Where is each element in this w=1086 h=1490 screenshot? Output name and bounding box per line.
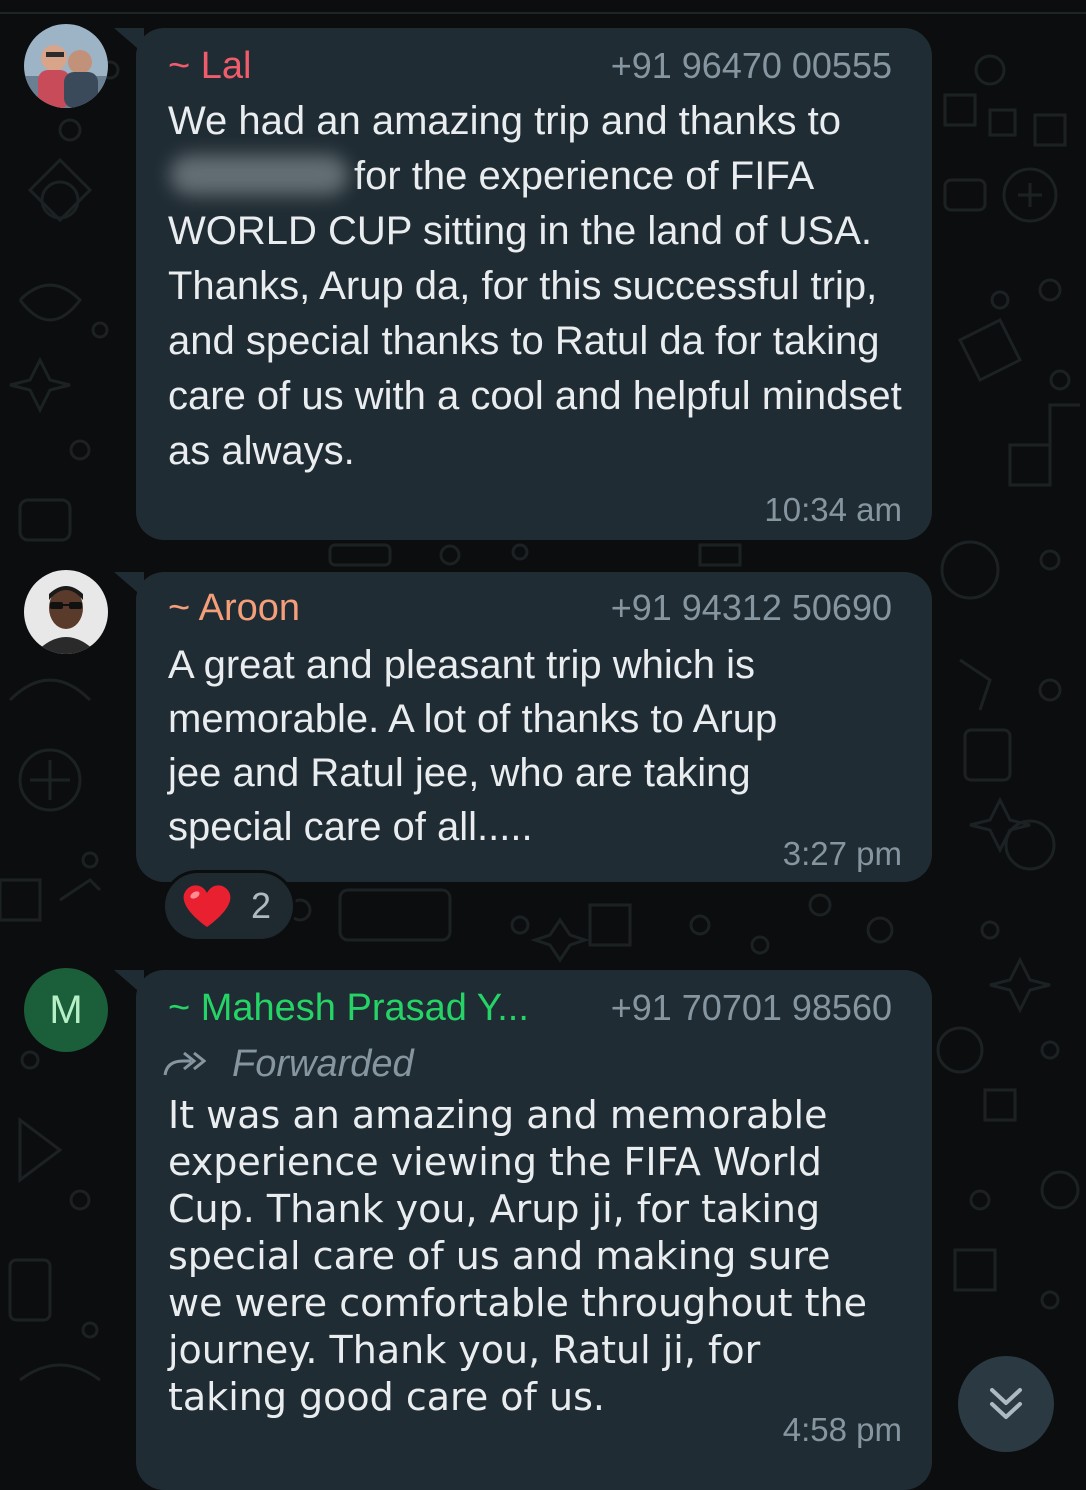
message-time: 3:27 pm — [782, 835, 902, 872]
message-bubble[interactable]: ~ Mahesh Prasad Y... +91 70701 98560 For… — [114, 970, 932, 1490]
sender-name[interactable]: ~ Mahesh Prasad Y... — [168, 986, 529, 1030]
message-text: We had an amazing trip and thanks to for… — [168, 94, 913, 479]
message-text: A great and pleasant trip which is memor… — [168, 643, 778, 849]
reaction-pill[interactable]: 2 — [162, 870, 296, 942]
message-text-part: We had an amazing trip and thanks to — [168, 99, 842, 143]
message-time: 10:34 am — [764, 491, 902, 528]
avatar-photo — [24, 24, 108, 108]
sender-phone: +91 94312 50690 — [610, 587, 892, 628]
avatar-photo — [24, 570, 108, 654]
sender-phone: +91 70701 98560 — [610, 987, 892, 1028]
double-chevron-down-icon — [990, 1388, 1022, 1419]
sender-phone: +91 96470 00555 — [610, 45, 892, 86]
message-bubble[interactable]: ~ Aroon +91 94312 50690 A great and plea… — [114, 572, 932, 882]
forwarded-text: Forwarded — [232, 1043, 414, 1085]
message-bubble[interactable]: ~ Lal +91 96470 00555 We had an amazing … — [114, 28, 932, 540]
forwarded-label: Forwarded — [162, 1042, 414, 1086]
message-text: It was an amazing and memorable experien… — [168, 1093, 867, 1419]
message-time: 4:58 pm — [782, 1411, 902, 1448]
redacted-text — [170, 155, 348, 195]
reaction-count: 2 — [251, 885, 272, 926]
forward-arrow-icon — [163, 1051, 206, 1076]
avatar[interactable] — [24, 24, 108, 108]
message-text-part: for the experience of FIFA WORLD CUP sit… — [168, 154, 902, 473]
top-divider — [0, 12, 1086, 14]
scroll-to-bottom-button[interactable] — [958, 1356, 1054, 1452]
sender-name[interactable]: ~ Lal — [168, 44, 251, 88]
avatar[interactable] — [24, 570, 108, 654]
avatar[interactable]: M — [24, 968, 108, 1052]
heart-icon — [183, 885, 231, 927]
sender-name[interactable]: ~ Aroon — [168, 586, 300, 630]
